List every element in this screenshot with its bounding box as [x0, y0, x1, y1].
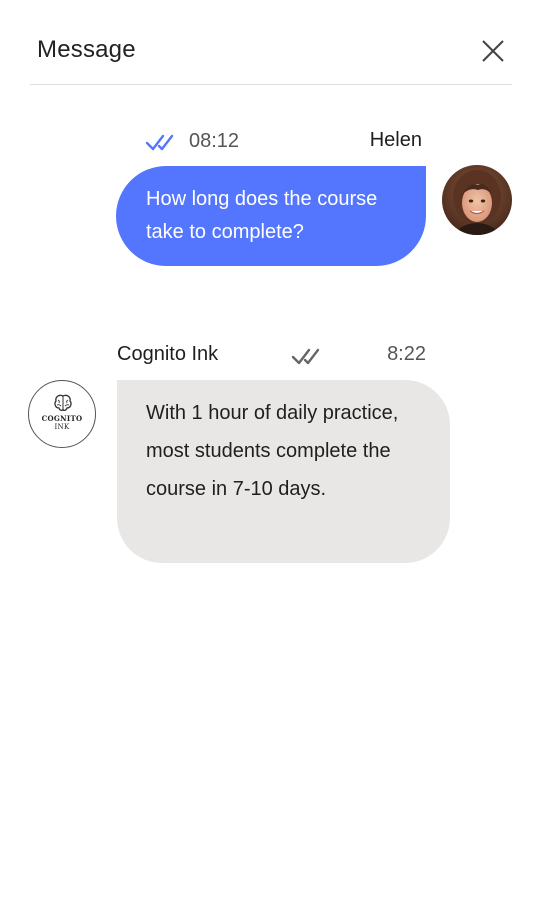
brain-icon	[54, 394, 72, 412]
close-button[interactable]	[480, 38, 506, 64]
avatar[interactable]	[442, 165, 512, 235]
helen-avatar-photo	[442, 165, 512, 235]
message-sender: Cognito Ink	[117, 343, 219, 365]
logo-text: INK	[54, 423, 70, 431]
outgoing-message-bubble[interactable]: How long does the course take to complet…	[116, 166, 426, 266]
incoming-message-bubble[interactable]: With 1 hour of daily practice, most stud…	[117, 380, 450, 563]
message-sender: Helen	[369, 129, 422, 151]
avatar[interactable]: COGNITO INK	[28, 380, 96, 448]
message-text: With 1 hour of daily practice, most stud…	[146, 402, 399, 500]
message-text: How long does the course take to complet…	[146, 188, 378, 243]
message-time: 8:22	[387, 343, 426, 365]
incoming-message-meta: Cognito Ink 8:22	[117, 341, 427, 371]
page-title: Message	[37, 36, 136, 63]
outgoing-message-meta: 08:12 Helen	[145, 128, 425, 156]
double-check-icon	[291, 348, 320, 365]
message-header: Message	[30, 28, 512, 85]
message-time: 08:12	[189, 130, 240, 152]
close-icon[interactable]	[480, 38, 506, 64]
logo-text: COGNITO	[41, 414, 83, 423]
double-check-icon	[145, 134, 174, 151]
